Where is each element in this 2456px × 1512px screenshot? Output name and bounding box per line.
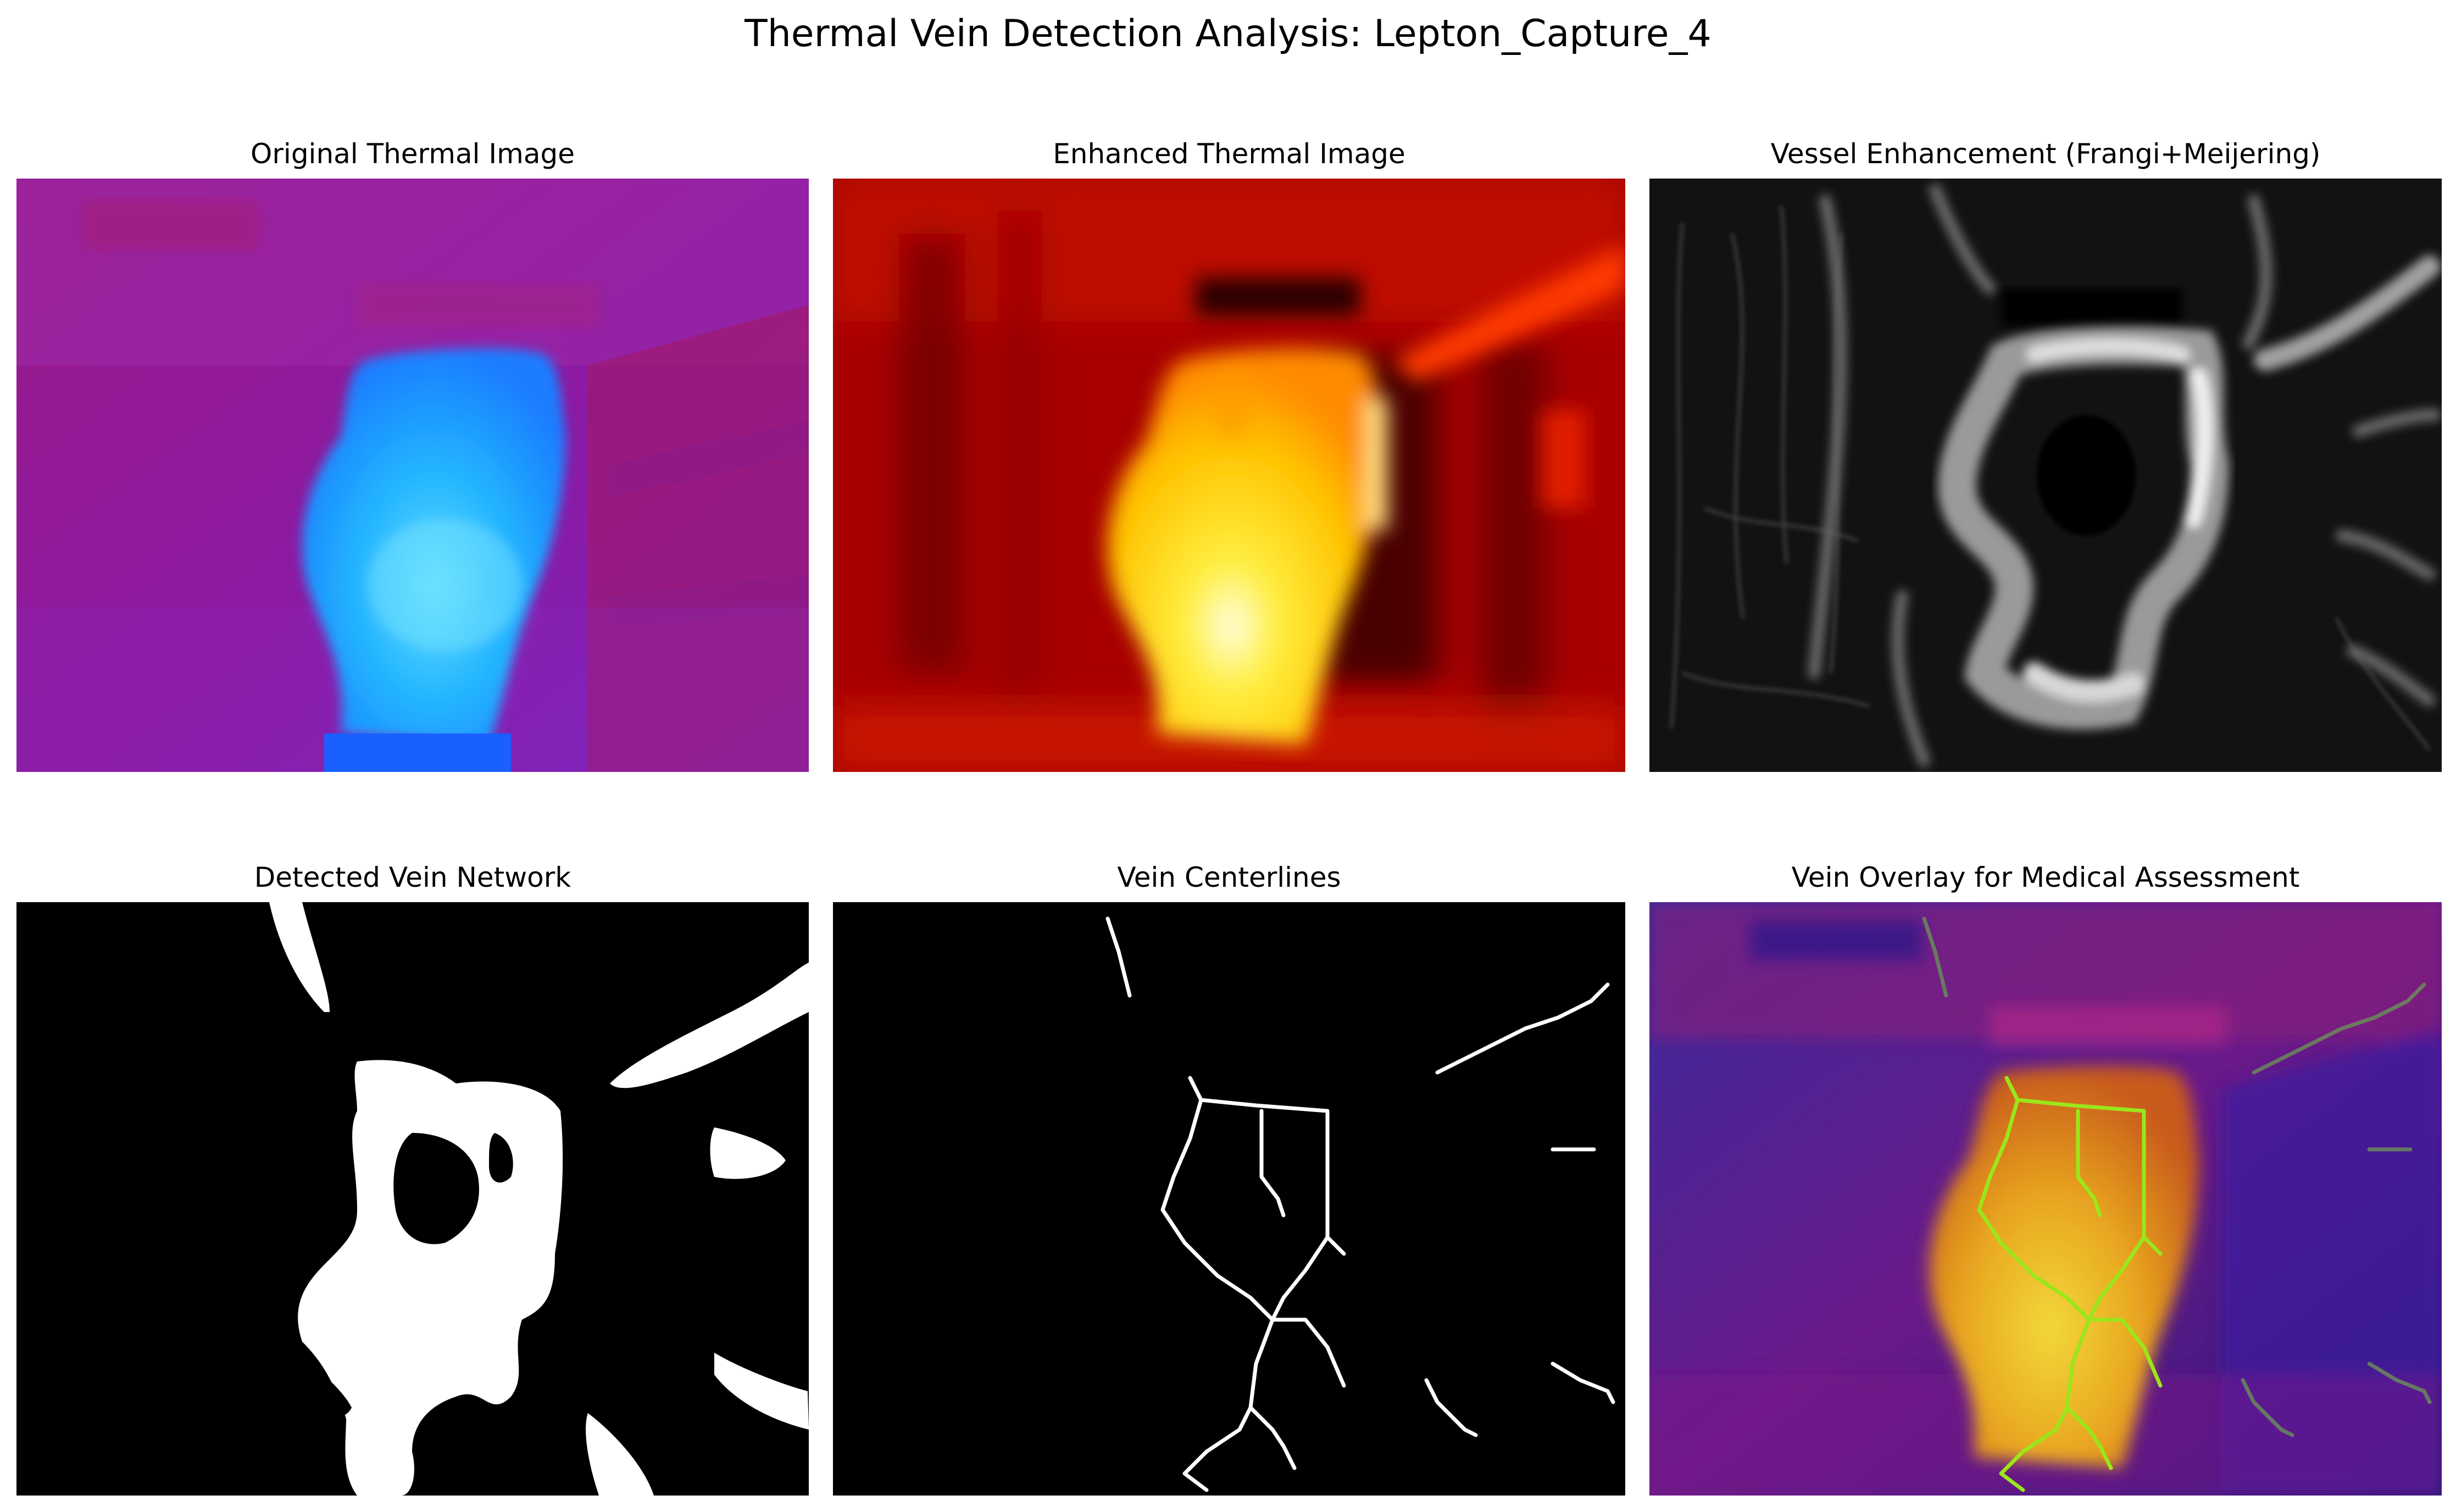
detected-vein-network-image xyxy=(16,902,809,1496)
panel-title-vessel: Vessel Enhancement (Frangi+Meijering) xyxy=(1770,138,2321,170)
panel-title-centerlines: Vein Centerlines xyxy=(1117,861,1341,893)
vein-centerlines-image xyxy=(833,902,1625,1496)
figure-title: Thermal Vein Detection Analysis: Lepton_… xyxy=(744,12,1712,55)
panel-title-overlay: Vein Overlay for Medical Assessment xyxy=(1791,861,2300,893)
panel-title-original: Original Thermal Image xyxy=(251,138,575,170)
vessel-enhancement-image xyxy=(1649,179,2442,772)
vein-overlay-image xyxy=(1649,902,2442,1496)
panel-title-enhanced: Enhanced Thermal Image xyxy=(1053,138,1405,170)
original-thermal-image xyxy=(16,179,809,772)
enhanced-thermal-image xyxy=(833,179,1625,772)
panel-title-network: Detected Vein Network xyxy=(254,861,571,893)
